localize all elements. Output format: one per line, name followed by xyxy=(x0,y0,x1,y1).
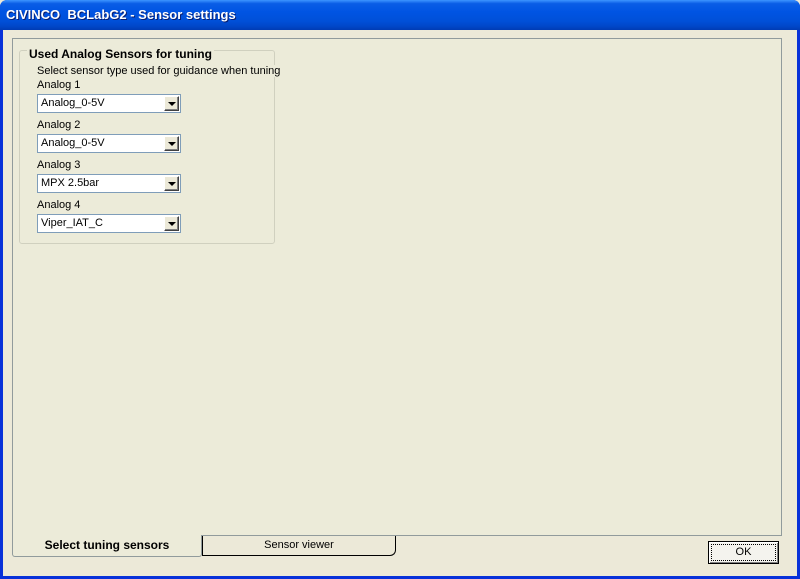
tab-panel: Used Analog Sensors for tuning Select se… xyxy=(12,38,782,536)
chevron-down-icon[interactable] xyxy=(164,136,179,151)
analog-4-select[interactable]: Viper_IAT_C xyxy=(37,214,181,233)
analog-1-label: Analog 1 xyxy=(37,79,81,91)
group-subtitle: Select sensor type used for guidance whe… xyxy=(37,65,283,77)
ok-button[interactable]: OK xyxy=(708,541,779,564)
tab-select-tuning-sensors[interactable]: Select tuning sensors xyxy=(12,535,202,557)
ok-button-label: OK xyxy=(711,544,776,561)
chevron-down-icon[interactable] xyxy=(164,216,179,231)
analog-1-value: Analog_0-5V xyxy=(41,97,105,109)
title-bar[interactable]: CIVINCO BCLabG2 - Sensor settings xyxy=(0,0,800,30)
analog-2-select[interactable]: Analog_0-5V xyxy=(37,134,181,153)
analog-3-value: MPX 2.5bar xyxy=(41,177,100,189)
window-title: CIVINCO BCLabG2 - Sensor settings xyxy=(6,7,236,22)
analog-1-select[interactable]: Analog_0-5V xyxy=(37,94,181,113)
tab-sensor-viewer[interactable]: Sensor viewer xyxy=(202,536,396,556)
analog-4-label: Analog 4 xyxy=(37,199,81,211)
group-title: Used Analog Sensors for tuning xyxy=(27,47,214,61)
client-area: Used Analog Sensors for tuning Select se… xyxy=(3,30,797,576)
analog-3-select[interactable]: MPX 2.5bar xyxy=(37,174,181,193)
analog-3-label: Analog 3 xyxy=(37,159,81,171)
chevron-down-icon[interactable] xyxy=(164,96,179,111)
analog-4-value: Viper_IAT_C xyxy=(41,217,103,229)
analog-2-label: Analog 2 xyxy=(37,119,81,131)
analog-2-value: Analog_0-5V xyxy=(41,137,105,149)
app-window: CIVINCO BCLabG2 - Sensor settings Used A… xyxy=(0,0,800,579)
chevron-down-icon[interactable] xyxy=(164,176,179,191)
